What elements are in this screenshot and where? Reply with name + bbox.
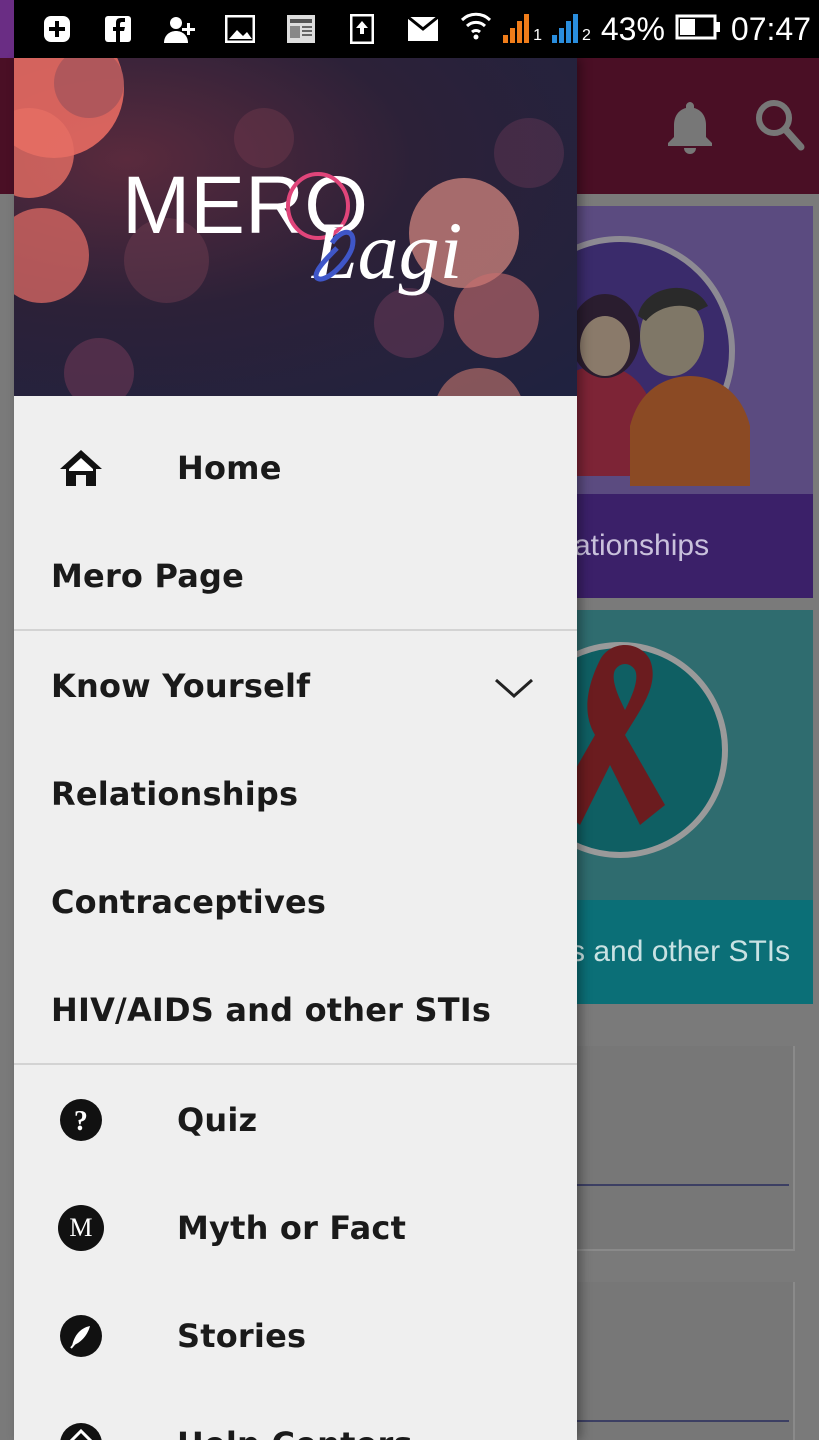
menu-item-hiv-aids[interactable]: HIV/AIDS and other STIs (14, 956, 577, 1064)
menu-label: Quiz (177, 1101, 258, 1139)
status-indicators: 1 2 43% 07:47 (459, 0, 811, 58)
menu-item-stories[interactable]: Stories (14, 1282, 577, 1390)
notification-icons (40, 0, 467, 58)
ribbon-illustration (560, 642, 728, 858)
svg-text:?: ? (74, 1106, 88, 1137)
facebook-icon (101, 14, 135, 44)
bell-icon (664, 98, 716, 161)
hiv-aids-card: s and other STIs (560, 610, 813, 1004)
upload-icon (345, 14, 379, 44)
signal-sim2-icon: 2 (551, 13, 591, 45)
card2-label: s and other STIs (560, 900, 813, 1004)
menu-item-home[interactable]: Home (14, 414, 577, 522)
signal-sim1-icon: 1 (503, 13, 542, 45)
menu-label: Myth or Fact (177, 1209, 407, 1247)
sim1-label: 1 (533, 27, 542, 44)
m-icon: M (58, 1205, 104, 1251)
menu-label: Contraceptives (51, 883, 327, 921)
menu-label: Mero Page (51, 557, 245, 595)
search-icon (754, 98, 806, 161)
plus-notification-icon (40, 14, 74, 44)
clock: 07:47 (730, 10, 811, 47)
menu-item-quiz[interactable]: ? Quiz (14, 1066, 577, 1174)
couple-illustration (560, 236, 750, 486)
navigation-drawer[interactable]: MERO Lagi Home Mero Page Know Yourself R… (14, 58, 577, 1440)
menu-label: Help Centers (177, 1425, 413, 1440)
divider-line (560, 1184, 789, 1186)
relationships-card: ationships (560, 206, 813, 598)
menu-item-relationships[interactable]: Relationships (14, 740, 577, 848)
background-list-card (560, 1282, 795, 1440)
menu-label: Relationships (51, 775, 299, 813)
app-logo: MERO Lagi (122, 160, 462, 296)
chevron-down-icon[interactable] (494, 670, 534, 708)
home-icon (58, 445, 104, 491)
menu-item-help-centers[interactable]: Help Centers (14, 1390, 577, 1440)
gallery-icon (223, 14, 257, 44)
add-contact-icon (162, 14, 196, 44)
bokeh-light (434, 368, 524, 396)
sim2-label: 2 (581, 27, 591, 44)
menu-item-contraceptives[interactable]: Contraceptives (14, 848, 577, 956)
newspaper-icon (284, 14, 318, 44)
question-icon: ? (58, 1097, 104, 1143)
location-icon (58, 1421, 104, 1440)
battery-percent: 43% (600, 10, 665, 47)
divider-line (560, 1420, 789, 1422)
menu-label: Know Yourself (51, 667, 311, 705)
m-icon-letter: M (69, 1213, 93, 1242)
bokeh-light (14, 208, 89, 303)
card1-label: ationships (560, 494, 813, 598)
menu-item-know-yourself[interactable]: Know Yourself (14, 632, 577, 740)
menu-label: Home (177, 449, 282, 487)
divider (14, 629, 577, 631)
battery-icon (675, 11, 721, 48)
status-bar: 1 2 43% 07:47 (0, 0, 819, 82)
divider (14, 1063, 577, 1065)
menu-label: HIV/AIDS and other STIs (51, 991, 492, 1029)
menu-label: Stories (177, 1317, 307, 1355)
background-list-card (560, 1046, 795, 1251)
wifi-icon (459, 8, 493, 50)
menu-item-mero-page[interactable]: Mero Page (14, 522, 577, 630)
feather-icon (58, 1313, 104, 1359)
bokeh-light (64, 338, 134, 396)
drawer-header: MERO Lagi (14, 58, 577, 396)
mail-icon (406, 14, 440, 44)
menu-item-myth-or-fact[interactable]: M Myth or Fact (14, 1174, 577, 1282)
